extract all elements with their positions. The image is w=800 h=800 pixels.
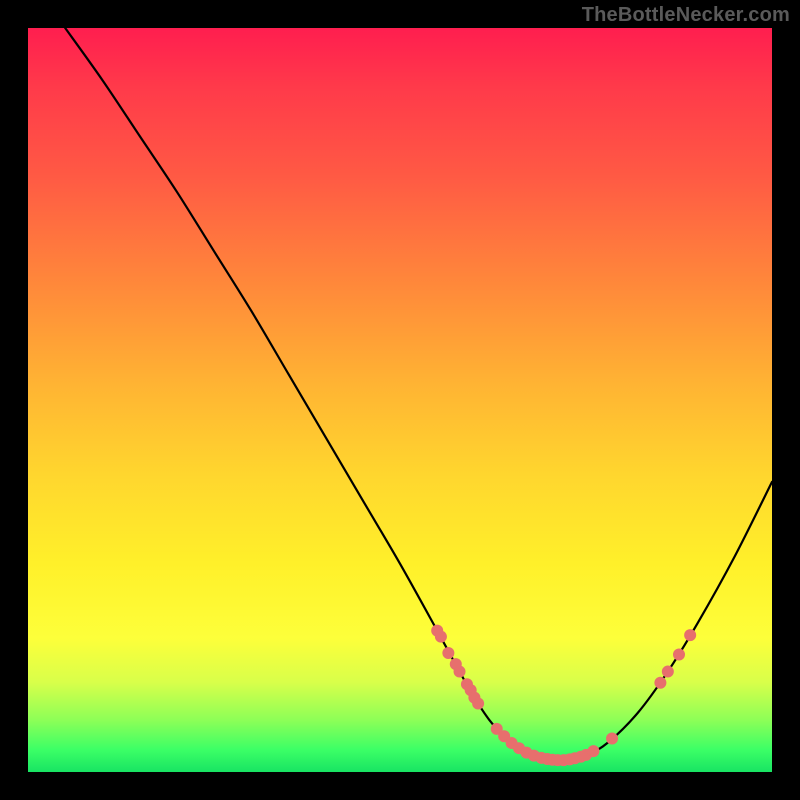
curve-layer [28,28,772,772]
data-dot [435,631,447,643]
data-dot [662,666,674,678]
data-dot [454,666,466,678]
data-dot [472,698,484,710]
data-dot [673,648,685,660]
data-dot [654,677,666,689]
bottleneck-curve [65,28,772,760]
data-dot [442,647,454,659]
plot-area [28,28,772,772]
data-dot [684,629,696,641]
watermark-text: TheBottleNecker.com [582,4,790,27]
data-dots [431,625,696,766]
chart-frame: TheBottleNecker.com [0,0,800,800]
data-dot [587,745,599,757]
data-dot [606,733,618,745]
